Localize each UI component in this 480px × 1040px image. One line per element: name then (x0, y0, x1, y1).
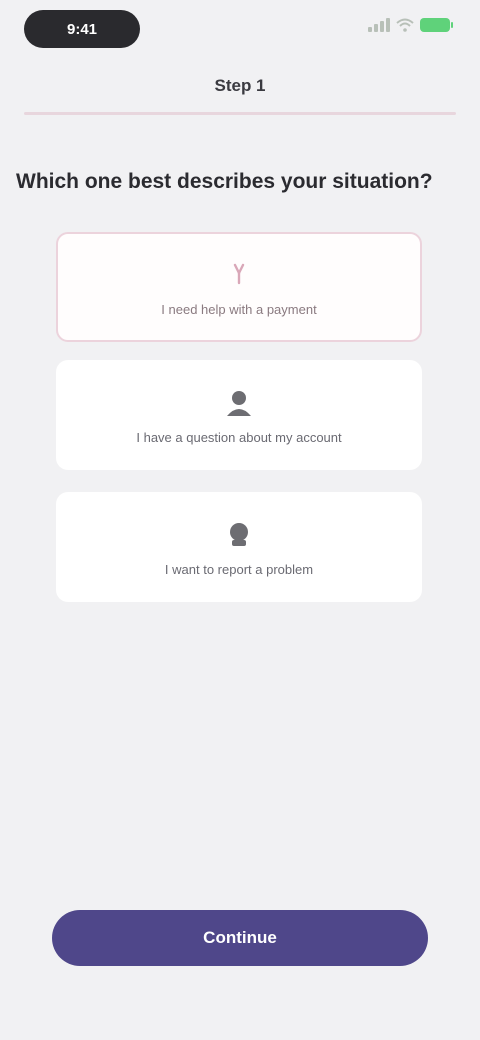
page-title: Step 1 (214, 76, 266, 95)
progress-divider (24, 112, 456, 115)
user-icon (222, 386, 256, 420)
question-heading: Which one best describes your situation? (16, 170, 433, 193)
option-label: I have a question about my account (136, 429, 342, 445)
option-payment[interactable]: I need help with a payment (56, 232, 422, 342)
flag-icon (222, 518, 256, 552)
status-time: 9:41 (24, 10, 140, 48)
status-icons (368, 18, 453, 32)
option-report[interactable]: I want to report a problem (56, 492, 422, 602)
continue-button[interactable]: Continue (52, 910, 428, 966)
status-bar: 9:41 (0, 0, 480, 60)
option-account[interactable]: I have a question about my account (56, 360, 422, 470)
screen: 9:41 Step 1 Which one best describes you… (0, 0, 480, 1040)
card-icon (222, 258, 256, 292)
battery-icon (420, 18, 453, 32)
signal-icon (368, 18, 390, 32)
option-label: I want to report a problem (164, 561, 314, 577)
wifi-icon (396, 18, 414, 32)
option-label: I need help with a payment (161, 301, 317, 317)
